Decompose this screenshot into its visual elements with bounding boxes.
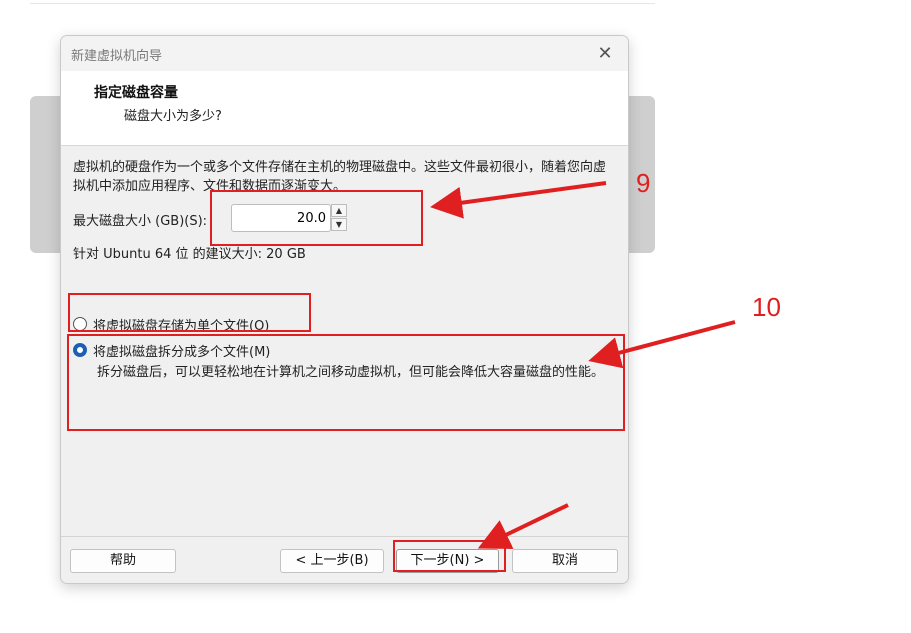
annotation-box-split-files bbox=[67, 334, 625, 431]
help-button[interactable]: 帮助 bbox=[70, 549, 176, 573]
close-icon[interactable]: ✕ bbox=[592, 42, 618, 66]
background-divider bbox=[30, 3, 655, 4]
annotation-box-disk-size bbox=[210, 190, 423, 246]
back-button[interactable]: < 上一步(B) bbox=[280, 549, 384, 573]
disk-size-label: 最大磁盘大小 (GB)(S): bbox=[73, 214, 208, 229]
wizard-header: 指定磁盘容量 磁盘大小为多少? bbox=[61, 71, 628, 146]
page-title: 指定磁盘容量 bbox=[94, 85, 178, 101]
footer-divider bbox=[61, 536, 628, 537]
annotation-number-10: 10 bbox=[752, 292, 781, 322]
annotation-box-next bbox=[393, 540, 506, 572]
annotation-number-9: 9 bbox=[636, 168, 651, 198]
title-bar: 新建虚拟机向导 ✕ bbox=[61, 36, 628, 71]
page-subtitle: 磁盘大小为多少? bbox=[124, 109, 222, 124]
annotation-box-single-file bbox=[68, 293, 311, 332]
window-title: 新建虚拟机向导 bbox=[71, 49, 163, 64]
cancel-button[interactable]: 取消 bbox=[512, 549, 618, 573]
